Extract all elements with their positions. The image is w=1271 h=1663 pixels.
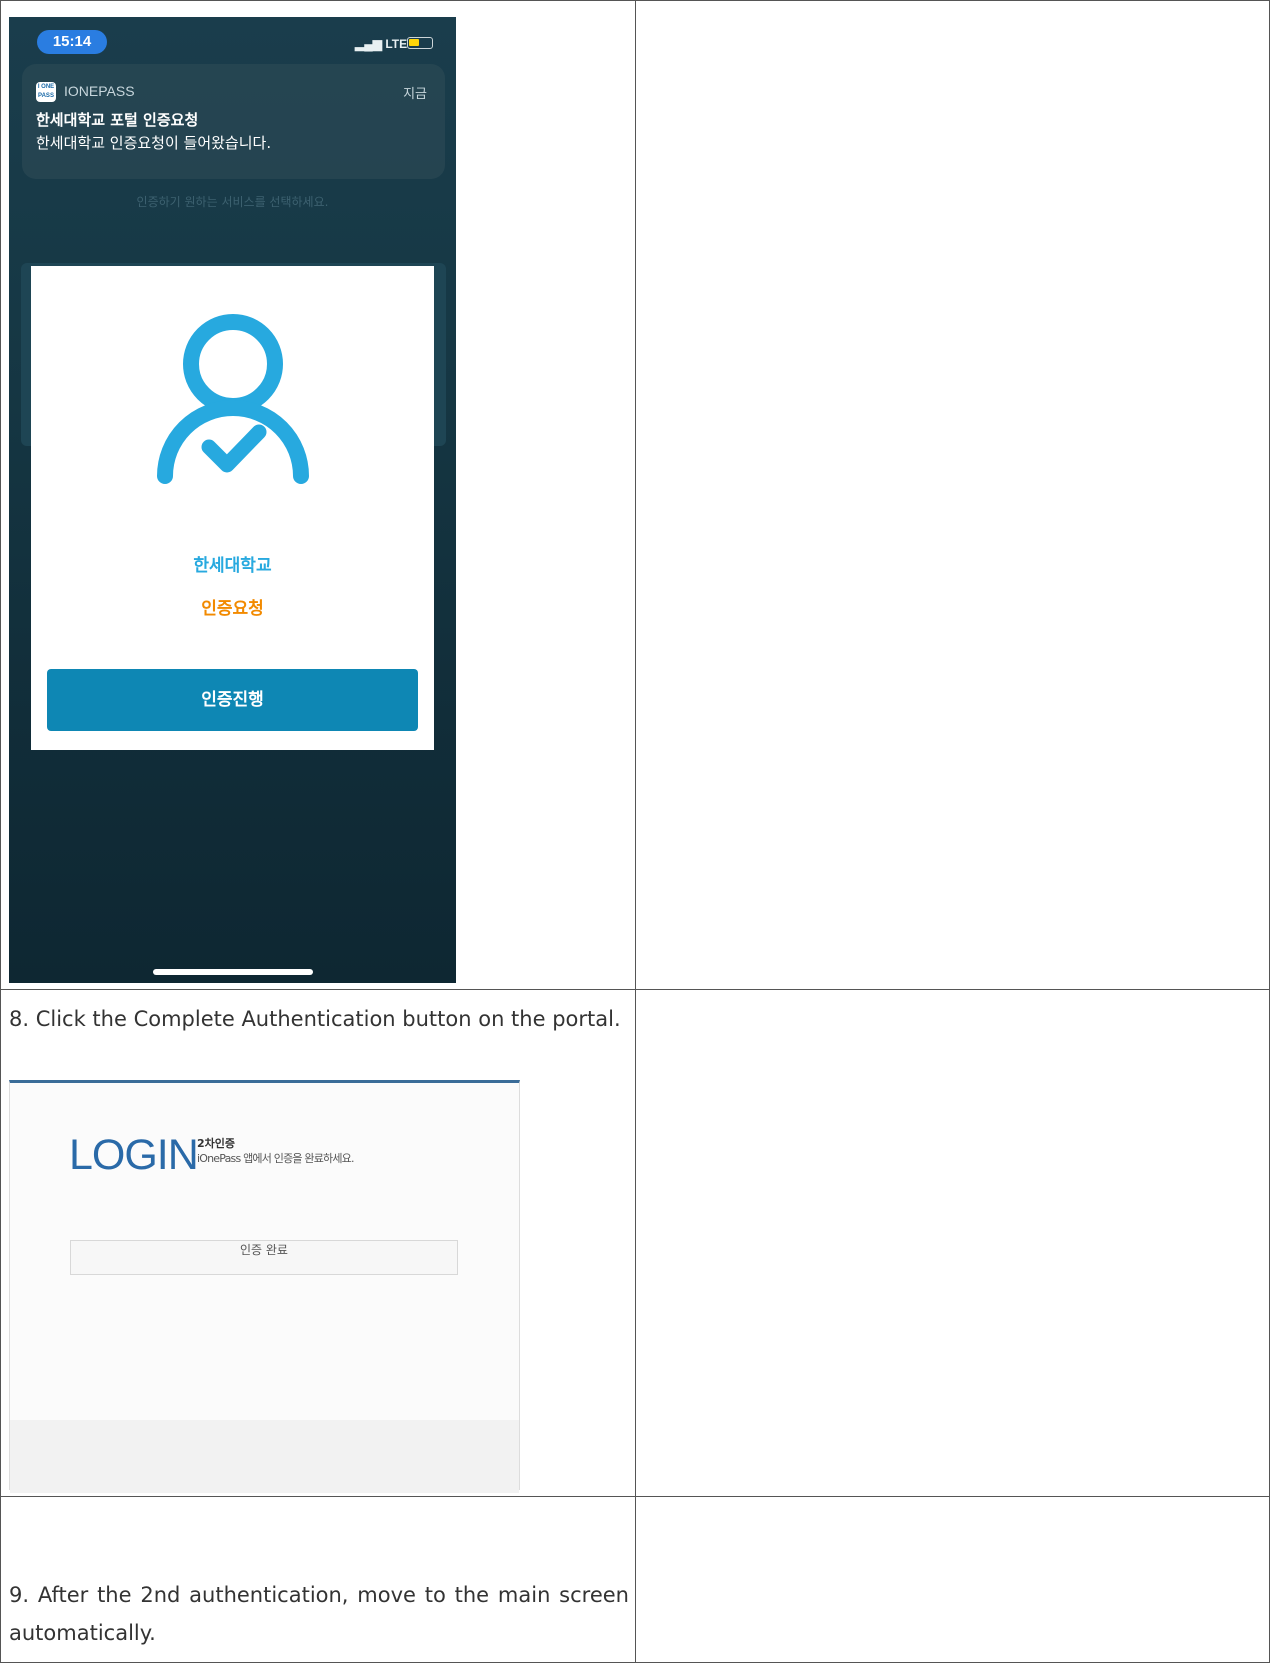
proceed-auth-button[interactable]: 인증진행 [47,669,418,731]
home-indicator[interactable] [153,969,313,975]
ionepass-app-icon: I ONE PASS [36,82,56,102]
complete-auth-button[interactable]: 인증 완료 [70,1240,458,1275]
push-notification[interactable]: I ONE PASS IONEPASS 지금 한세대학교 포털 인증요청 한세대… [22,64,445,179]
document-table: 15:14 ▂▄▆ LTE 인증하기 원하는 서비스를 선택하세요. I ONE… [0,0,1271,1663]
user-check-icon [157,314,309,484]
login-instruction: iOnePass 앱에서 인증을 완료하세요. [197,1152,355,1165]
step8-text: 8. Click the Complete Authentication but… [9,1007,621,1031]
notification-app-name: IONEPASS [64,83,135,99]
auth-request-modal: 한세대학교 인증요청 인증진행 [31,266,434,750]
step9-text: 9. After the 2nd authentication, move to… [9,1583,629,1645]
login-screenshot: LOGIN 2차인증 iOnePass 앱에서 인증을 완료하세요. 인증 완료 [9,1080,520,1493]
login-logo: LOGIN [69,1131,199,1179]
notification-body: 한세대학교 인증요청이 들어왔습니다. [36,134,272,152]
organization-name: 한세대학교 [193,556,272,576]
login-subtitle: 2차인증 [197,1137,236,1150]
table-cell [635,0,1270,990]
notification-time: 지금 [403,87,427,102]
table-cell [635,989,1270,1497]
battery-icon [407,37,433,49]
signal-bars-icon: ▂▄▆ [355,37,382,51]
notification-title: 한세대학교 포털 인증요청 [36,111,199,129]
table-cell [635,1496,1270,1663]
phone-screenshot: 15:14 ▂▄▆ LTE 인증하기 원하는 서비스를 선택하세요. I ONE… [9,17,456,983]
status-time: 15:14 [37,30,107,54]
network-label: LTE [385,37,408,51]
background-hint: 인증하기 원하는 서비스를 선택하세요. [136,195,329,209]
signal-indicator: ▂▄▆ LTE [355,37,407,51]
request-label: 인증요청 [201,599,264,619]
login-footer [10,1420,519,1493]
